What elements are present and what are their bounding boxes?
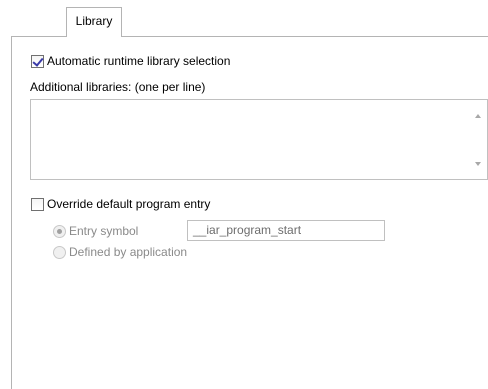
additional-libraries-scrollbar[interactable] bbox=[470, 100, 487, 179]
entry-symbol-label: Entry symbol bbox=[69, 224, 139, 238]
entry-symbol-radio[interactable] bbox=[53, 224, 66, 238]
defined-by-app-label: Defined by application bbox=[69, 245, 188, 259]
auto-runtime-row[interactable]: Automatic runtime library selection bbox=[31, 54, 230, 68]
additional-libraries-label-row: Additional libraries: (one per line) bbox=[30, 80, 205, 94]
scroll-down-arrow-icon[interactable] bbox=[475, 162, 481, 166]
tab-library[interactable]: Library bbox=[66, 7, 122, 37]
defined-by-app-row[interactable]: Defined by application bbox=[53, 245, 187, 259]
additional-libraries-textarea[interactable] bbox=[30, 99, 488, 180]
auto-runtime-checkbox[interactable] bbox=[31, 54, 44, 68]
tab-library-label: Library bbox=[75, 14, 113, 28]
auto-runtime-label: Automatic runtime library selection bbox=[47, 54, 231, 68]
scroll-up-arrow-icon[interactable] bbox=[475, 114, 481, 118]
override-entry-row[interactable]: Override default program entry bbox=[31, 197, 210, 211]
defined-by-app-radio[interactable] bbox=[53, 245, 66, 259]
override-entry-checkbox[interactable] bbox=[31, 197, 44, 211]
additional-libraries-label: Additional libraries: (one per line) bbox=[30, 80, 206, 94]
entry-symbol-row[interactable]: Entry symbol bbox=[53, 224, 138, 238]
options-dialog-page: Library Automatic runtime library select… bbox=[0, 0, 488, 389]
entry-symbol-input[interactable]: __iar_program_start bbox=[187, 220, 385, 241]
override-entry-label: Override default program entry bbox=[47, 197, 211, 211]
